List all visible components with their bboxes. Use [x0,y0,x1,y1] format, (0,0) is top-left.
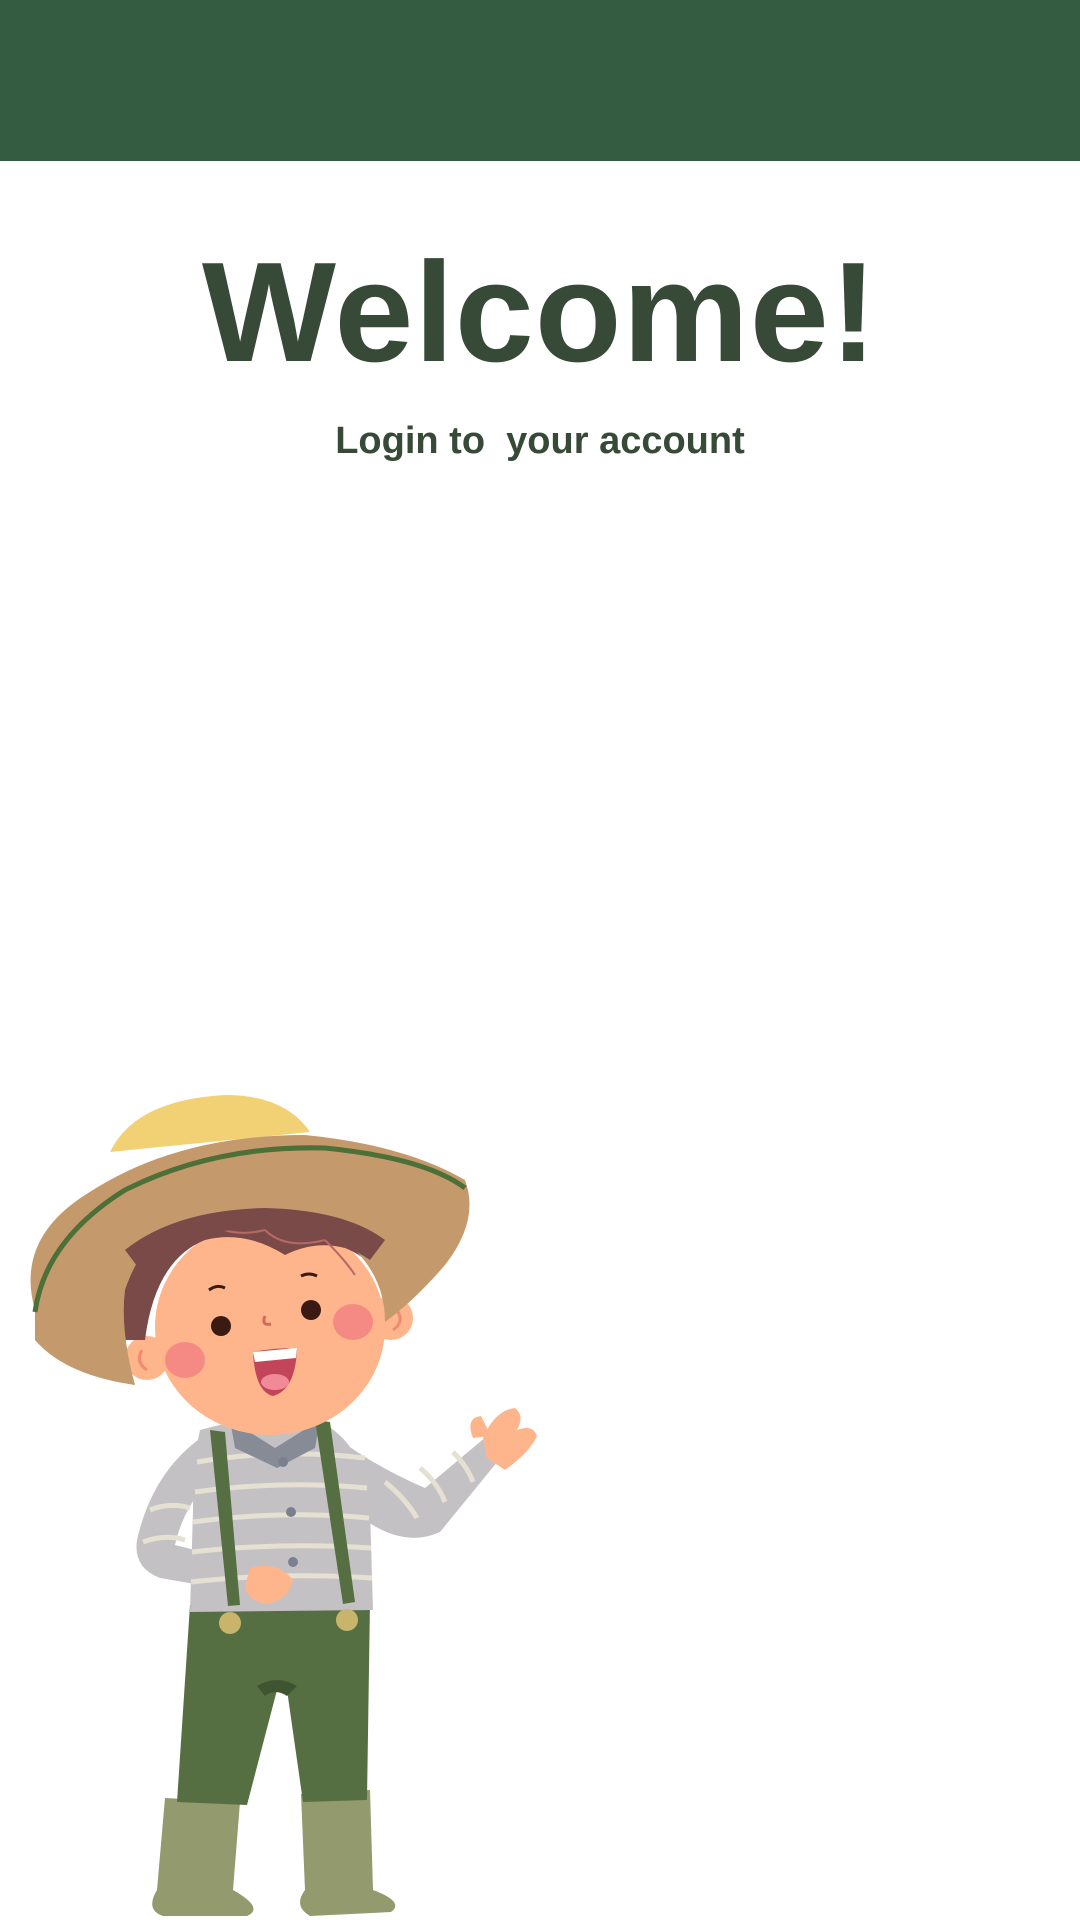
login-subtitle: Login to your account [335,420,745,462]
welcome-title: Welcome! [201,233,879,392]
boots [152,1790,396,1916]
top-app-bar [0,0,1080,161]
login-screen: Welcome! Login to your account [0,0,1080,1920]
pants [177,1602,370,1805]
farmer-boy-waving-illustration [30,1095,537,1916]
